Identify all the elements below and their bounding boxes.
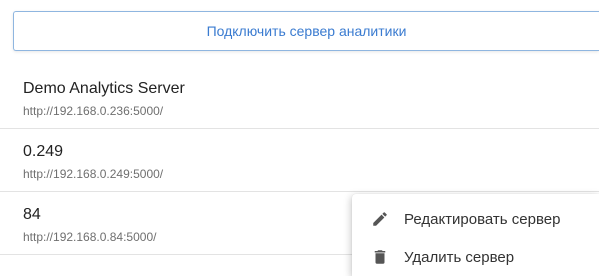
server-context-menu: Редактировать сервер Удалить сервер <box>352 194 599 276</box>
edit-server-label: Редактировать сервер <box>404 210 561 228</box>
server-name: Demo Analytics Server <box>23 80 185 97</box>
trash-icon <box>370 247 390 267</box>
delete-server-label: Удалить сервер <box>404 248 515 266</box>
delete-server-menu-item[interactable]: Удалить сервер <box>352 238 599 276</box>
connect-area: Подключить сервер аналитики <box>0 0 599 66</box>
server-url: http://192.168.0.249:5000/ <box>23 167 164 181</box>
edit-server-menu-item[interactable]: Редактировать сервер <box>352 200 599 238</box>
server-name: 0.249 <box>23 143 64 160</box>
server-list-item[interactable]: Demo Analytics Server http://192.168.0.2… <box>0 66 599 129</box>
server-manager: Подключить сервер аналитики Demo Analyti… <box>0 0 599 276</box>
pencil-icon <box>370 209 390 229</box>
connect-analytics-server-button[interactable]: Подключить сервер аналитики <box>13 11 599 51</box>
server-list-item[interactable]: 0.249 http://192.168.0.249:5000/ <box>0 129 599 192</box>
server-url: http://192.168.0.236:5000/ <box>23 104 164 118</box>
